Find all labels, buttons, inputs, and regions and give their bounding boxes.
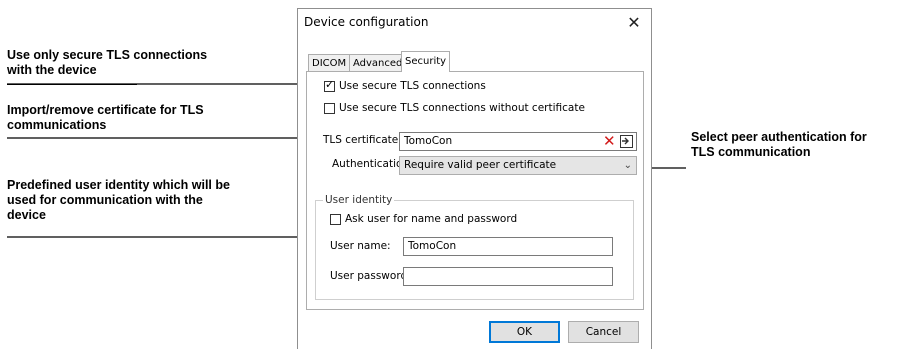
device-configuration-dialog: Device configuration ✕ DICOM Advanced Se… xyxy=(297,8,652,349)
annotation-underline xyxy=(7,84,137,85)
user-password-field[interactable] xyxy=(403,267,613,286)
annotation-import-cert: Import/remove certificate for TLS commun… xyxy=(7,103,204,133)
annotation-user-identity: Predefined user identity which will be u… xyxy=(7,178,230,223)
use-tls-without-cert-label: Use secure TLS connections without certi… xyxy=(339,102,585,114)
remove-certificate-icon[interactable]: ✕ xyxy=(603,134,616,149)
tab-advanced[interactable]: Advanced xyxy=(349,54,407,71)
security-panel: ✓ Use secure TLS connections Use secure … xyxy=(306,71,644,310)
tab-security[interactable]: Security xyxy=(401,51,451,72)
annotation-line: communications xyxy=(7,118,107,132)
annotation-line: used for communication with the xyxy=(7,193,203,207)
close-button[interactable]: ✕ xyxy=(623,12,645,34)
annotation-secure-tls: Use only secure TLS connections with the… xyxy=(7,48,207,78)
ask-user-checkbox[interactable] xyxy=(330,214,341,225)
chevron-down-icon: ⌄ xyxy=(623,160,632,171)
cancel-button[interactable]: Cancel xyxy=(568,321,639,343)
dialog-title: Device configuration xyxy=(304,15,429,29)
annotation-line: Select peer authentication for xyxy=(691,130,867,144)
user-password-label: User password: xyxy=(330,270,411,282)
annotation-line: device xyxy=(7,208,46,222)
ask-user-label: Ask user for name and password xyxy=(345,213,518,225)
use-secure-tls-checkbox[interactable]: ✓ xyxy=(324,78,335,92)
use-secure-tls-label: Use secure TLS connections xyxy=(339,80,486,92)
annotation-line: Predefined user identity which will be xyxy=(7,178,230,192)
annotation-line: TLS communication xyxy=(691,145,811,159)
tls-certificate-label: TLS certificate: xyxy=(323,134,402,146)
authentication-select[interactable]: Require valid peer certificate ⌄ xyxy=(399,156,637,175)
user-name-label: User name: xyxy=(330,240,391,252)
tls-certificate-field[interactable]: TomoCon xyxy=(399,132,637,151)
ok-button[interactable]: OK xyxy=(489,321,560,343)
annotation-line: Use only secure TLS connections xyxy=(7,48,208,62)
user-identity-group: User identity Ask user for name and pass… xyxy=(315,194,634,300)
use-tls-without-cert-checkbox[interactable] xyxy=(324,103,335,114)
tab-dicom[interactable]: DICOM xyxy=(308,54,351,71)
annotation-peer-auth: Select peer authentication for TLS commu… xyxy=(691,130,867,160)
authentication-selected-value: Require valid peer certificate xyxy=(404,159,557,171)
annotation-line: with the device xyxy=(7,63,97,77)
import-certificate-icon[interactable] xyxy=(620,135,633,148)
annotation-line: Import/remove certificate for TLS xyxy=(7,103,204,117)
checkmark-icon: ✓ xyxy=(325,78,335,91)
user-identity-title: User identity xyxy=(323,194,395,206)
title-bar: Device configuration ✕ xyxy=(298,9,651,37)
user-name-field[interactable]: TomoCon xyxy=(403,237,613,256)
